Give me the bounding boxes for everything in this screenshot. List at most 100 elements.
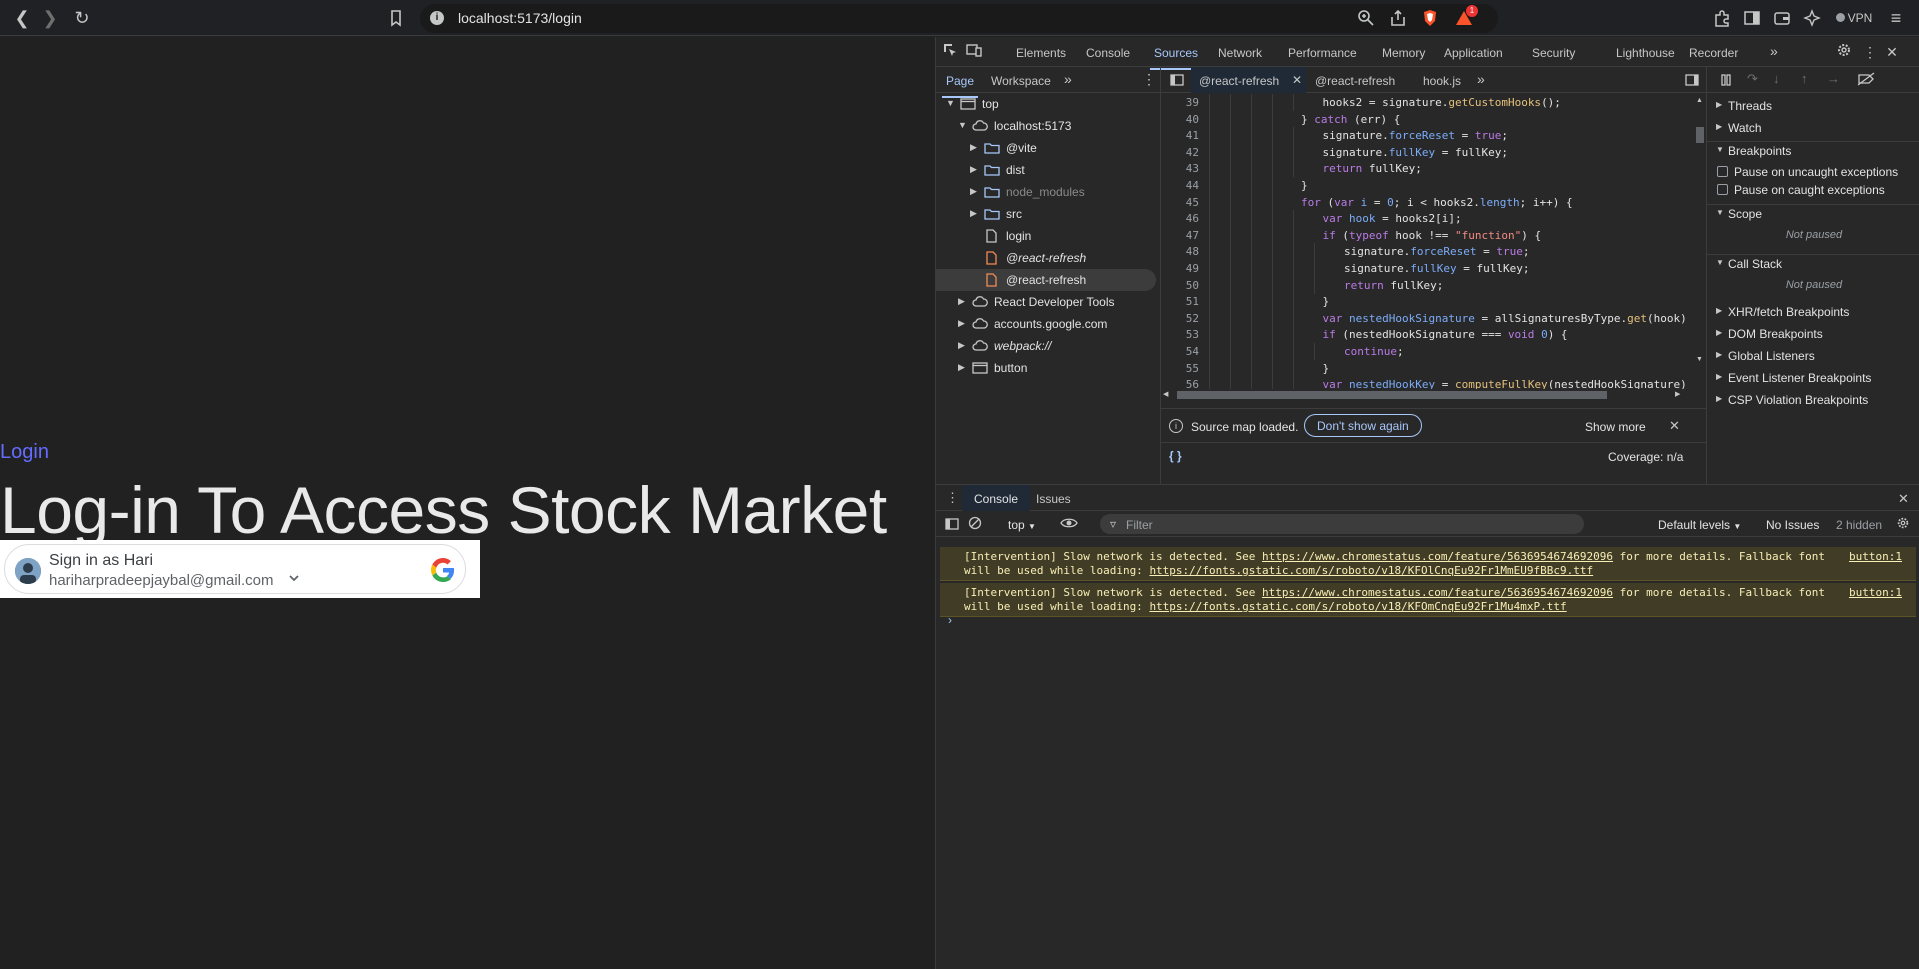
wallet-icon[interactable] (1772, 8, 1792, 28)
line-number[interactable]: 39 (1161, 96, 1199, 109)
leo-ai-icon[interactable] (1802, 8, 1822, 28)
scope-section[interactable]: ▼ Scope (1707, 204, 1919, 222)
threads-section[interactable]: ▶ Threads (1707, 97, 1919, 115)
reload-icon[interactable]: ↻ (72, 8, 92, 28)
watch-section[interactable]: ▶ Watch (1707, 119, 1919, 137)
event-listener-breakpoints-section[interactable]: ▶ Event Listener Breakpoints (1707, 369, 1919, 387)
live-expression-icon[interactable] (1060, 516, 1078, 530)
inspect-element-icon[interactable] (942, 42, 962, 62)
line-number[interactable]: 49 (1161, 262, 1199, 275)
checkbox-icon[interactable] (1717, 184, 1728, 195)
tree-item[interactable]: ▼ top (936, 93, 1161, 115)
pause-caught-checkbox[interactable]: Pause on caught exceptions (1707, 181, 1919, 199)
no-issues-label[interactable]: No Issues (1766, 518, 1819, 532)
line-number[interactable]: 46 (1161, 212, 1199, 225)
pause-icon[interactable] (1719, 73, 1733, 87)
console-link[interactable]: https://www.chromestatus.com/feature/563… (1262, 550, 1613, 563)
context-selector[interactable]: top ▼ (1008, 518, 1036, 532)
tree-item[interactable]: ▶ React Developer Tools (936, 291, 1161, 313)
brave-shield-icon[interactable] (1420, 8, 1440, 28)
xhr-breakpoints-section[interactable]: ▶ XHR/fetch Breakpoints (1707, 303, 1919, 321)
tree-item[interactable]: @react-refresh (936, 247, 1161, 269)
site-info-icon[interactable]: i (430, 11, 444, 25)
console-link[interactable]: https://www.chromestatus.com/feature/563… (1262, 586, 1613, 599)
line-number[interactable]: 52 (1161, 312, 1199, 325)
editor-tab-hook-js[interactable]: hook.js (1423, 74, 1461, 88)
line-number[interactable]: 50 (1161, 279, 1199, 292)
more-editor-tabs-icon[interactable]: » (1477, 71, 1485, 87)
tree-item[interactable]: @react-refresh (936, 269, 1156, 291)
close-drawer-icon[interactable]: ✕ (1898, 491, 1909, 507)
more-tabs-icon[interactable]: » (1770, 43, 1778, 59)
deactivate-breakpoints-icon[interactable] (1857, 72, 1875, 86)
message-source-link[interactable]: button:1 (1849, 550, 1902, 564)
tree-item[interactable]: login (936, 225, 1161, 247)
console-sidebar-icon[interactable] (944, 516, 960, 532)
log-levels-dropdown[interactable]: Default levels ▼ (1658, 518, 1741, 532)
share-icon[interactable] (1388, 8, 1408, 28)
vertical-scrollbar[interactable]: ▲ ▼ (1695, 97, 1705, 365)
tree-item[interactable]: ▶ accounts.google.com (936, 313, 1161, 335)
console-filter-input[interactable]: ▿ Filter (1100, 514, 1584, 534)
collapse-arrow-icon[interactable]: ▶ (970, 142, 977, 153)
global-listeners-section[interactable]: ▶ Global Listeners (1707, 347, 1919, 365)
login-link[interactable]: Login (0, 441, 49, 464)
tree-item[interactable]: ▶ button (936, 357, 1161, 379)
tab-application[interactable]: Application (1444, 46, 1503, 60)
section-arrow-icon[interactable]: ▶ (1716, 394, 1722, 403)
line-number[interactable]: 41 (1161, 129, 1199, 142)
chevron-down-icon[interactable] (287, 571, 301, 585)
tab-lighthouse[interactable]: Lighthouse (1616, 46, 1675, 60)
close-tab-icon[interactable]: ✕ (1292, 73, 1302, 87)
line-number[interactable]: 54 (1161, 345, 1199, 358)
dont-show-again-button[interactable]: Don't show again (1304, 414, 1422, 437)
section-arrow-icon[interactable]: ▶ (1716, 350, 1722, 359)
line-number[interactable]: 40 (1161, 113, 1199, 126)
brave-rewards-icon[interactable]: 1 (1454, 5, 1478, 28)
collapse-arrow-icon[interactable]: ▶ (958, 362, 965, 373)
console-warning[interactable]: [Intervention] Slow network is detected.… (940, 547, 1916, 581)
line-number[interactable]: 45 (1161, 196, 1199, 209)
collapse-arrow-icon[interactable]: ▶ (970, 186, 977, 197)
tab-network[interactable]: Network (1218, 46, 1262, 60)
tree-item[interactable]: ▶ src (936, 203, 1161, 225)
line-number[interactable]: 51 (1161, 295, 1199, 308)
dom-breakpoints-section[interactable]: ▶ DOM Breakpoints (1707, 325, 1919, 343)
tree-item[interactable]: ▶ node_modules (936, 181, 1161, 203)
message-source-link[interactable]: button:1 (1849, 586, 1902, 600)
google-signin-pill[interactable]: Sign in as Hari hariharpradeepjaybal@gma… (4, 544, 466, 594)
code-view[interactable]: 39 hooks2 = signature.getCustomHooks(); 40… (1161, 93, 1706, 389)
step-into-icon[interactable]: ↓ (1773, 71, 1780, 86)
tab-recorder[interactable]: Recorder (1689, 46, 1738, 60)
pretty-print-icon[interactable]: { } (1169, 449, 1182, 463)
clear-console-icon[interactable] (968, 516, 982, 530)
line-number[interactable]: 43 (1161, 162, 1199, 175)
address-bar[interactable]: i localhost:5173/login 1 (420, 4, 1498, 33)
vpn-button[interactable]: VPN (1834, 8, 1874, 28)
line-number[interactable]: 56 (1161, 378, 1199, 389)
expand-arrow-icon[interactable]: ▼ (958, 120, 967, 130)
toggle-debugger-icon[interactable] (1684, 72, 1700, 88)
section-arrow-icon[interactable]: ▼ (1716, 145, 1724, 154)
settings-gear-icon[interactable] (1836, 42, 1856, 62)
menu-icon[interactable]: ≡ (1886, 8, 1906, 28)
bookmark-icon[interactable] (386, 8, 406, 28)
tree-item[interactable]: ▶ @vite (936, 137, 1161, 159)
tab-performance[interactable]: Performance (1288, 46, 1357, 60)
section-arrow-icon[interactable]: ▼ (1716, 208, 1724, 217)
toggle-navigator-icon[interactable] (1169, 72, 1185, 88)
console-link[interactable]: https://fonts.gstatic.com/s/roboto/v18/K… (1149, 564, 1593, 577)
breakpoints-section[interactable]: ▼ Breakpoints (1707, 141, 1919, 159)
back-button[interactable]: ❮ (12, 8, 32, 28)
close-infobar-icon[interactable]: ✕ (1669, 418, 1680, 434)
console-warning[interactable]: [Intervention] Slow network is detected.… (940, 583, 1916, 617)
google-signin-button[interactable]: Sign in as Hari hariharpradeepjaybal@gma… (0, 540, 480, 598)
tab-security[interactable]: Security (1532, 46, 1575, 60)
kebab-menu-icon[interactable]: ⋮ (1860, 42, 1880, 62)
console-link[interactable]: https://fonts.gstatic.com/s/roboto/v18/K… (1149, 600, 1566, 613)
editor-tab-react-refresh-1[interactable]: @react-refresh (1199, 74, 1279, 88)
line-number[interactable]: 53 (1161, 328, 1199, 341)
collapse-arrow-icon[interactable]: ▶ (958, 340, 965, 351)
console-settings-icon[interactable] (1896, 516, 1910, 530)
line-number[interactable]: 48 (1161, 245, 1199, 258)
